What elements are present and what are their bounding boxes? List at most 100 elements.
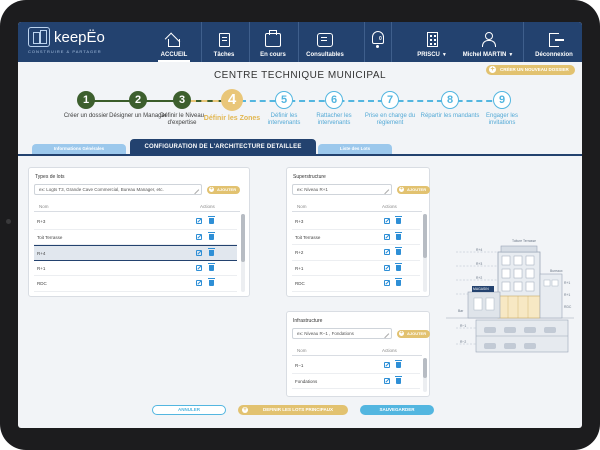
add-lot-type-button[interactable]: AJOUTER [207,186,241,194]
step-label: Créer un dossier [63,113,109,119]
trash-icon[interactable] [395,231,402,240]
edit-icon[interactable] [196,250,202,256]
scroll-thumb[interactable] [241,214,245,262]
edit-icon[interactable] [384,249,390,255]
step-label: Rattacher les intervenants [316,113,352,126]
row-name: R+1 [37,265,46,271]
scroll-thumb[interactable] [423,358,427,378]
cancel-button[interactable]: ANNULER [152,405,226,415]
trash-icon[interactable] [395,360,402,368]
table-row[interactable]: Toit Terrasse [34,230,237,245]
table-header: Nom Actions [34,202,240,212]
notifications-button[interactable]: 0 [364,22,392,62]
label-bureaux: Bureaux [550,269,563,273]
nav-en-cours[interactable]: En cours [254,22,292,62]
edit-icon[interactable] [384,377,390,384]
panel-title: Infrastructure [293,318,323,324]
step-1[interactable]: 1 Créer un dossier [56,90,116,120]
save-button[interactable]: SAUVEGARDER [360,405,434,415]
tab-liste-lots[interactable]: Liste des Lots [318,144,392,154]
building-section-illustration: Toiture Terrasse R+4 R+3 R+2 R+1 R+1 RDC… [446,234,574,364]
row-name: R+3 [37,219,46,224]
label-r3: R+3 [476,262,482,266]
define-lots-button[interactable]: DEFINIR LES LOTS PRINCIPAUX [238,405,348,415]
table-row-selected[interactable]: R+4 [34,245,237,261]
pencil-icon [380,185,390,195]
trash-icon[interactable] [395,375,402,384]
tab-configuration[interactable]: CONFIGURATION DE L'ARCHITECTURE DETAILLE… [130,139,316,155]
logout-label: Déconnexion [535,52,573,58]
step-label: Définir les Zones [203,115,261,122]
row-name: R+4 [37,251,46,256]
scrollbar[interactable] [423,214,427,292]
nav-label: Consultables [306,52,344,58]
col-actions: Actions [382,204,397,209]
user-menu[interactable]: Michel MARTIN ▼ [462,22,514,62]
logout-button[interactable]: Déconnexion [530,22,578,62]
col-name: Nom [297,204,307,209]
logout-icon [549,33,564,47]
tab-info-generales[interactable]: Informations Générales [32,144,126,154]
table-header: Nom Actions [292,202,422,212]
user-icon [481,32,496,47]
panel-title: Superstructure [293,174,326,180]
table-row[interactable]: R+3 [292,214,420,230]
edit-icon[interactable] [384,233,390,240]
edit-icon[interactable] [384,280,390,286]
trash-icon[interactable] [208,216,215,224]
page-title: CENTRE TECHNIQUE MUNICIPAL [213,70,387,81]
chevron-down-icon: ▼ [441,52,447,58]
label-magasin: MAGASIN [473,287,489,291]
trash-icon[interactable] [395,262,402,271]
table-row[interactable]: Toit Terrasse [292,230,420,245]
add-infrastructure-button[interactable]: AJOUTER [397,330,431,338]
edit-icon[interactable] [384,362,390,368]
step-4[interactable]: 4 Définir les Zones [202,89,262,123]
label-r-1: R−1 [460,324,466,328]
trash-icon[interactable] [208,248,215,256]
add-superstructure-button[interactable]: AJOUTER [397,186,431,194]
table-row[interactable]: R+3 [34,214,237,230]
step-6[interactable]: 6 Rattacher les intervenants [304,90,364,127]
edit-icon[interactable] [196,233,202,240]
superstructure-input[interactable]: ex: Niveau R+1 [292,184,392,195]
nav-consultables[interactable]: Consultables [302,22,348,62]
trash-icon[interactable] [395,278,402,286]
step-label: Répartir les mandants [420,113,480,119]
trash-icon[interactable] [395,216,402,224]
row-name: Toit Terrasse [37,234,63,240]
brand-logo[interactable]: keepЁo [28,27,105,47]
pencil-icon [190,185,200,195]
site-selector[interactable]: PRISCU ▼ [414,22,450,62]
edit-icon[interactable] [196,280,202,286]
table-row[interactable]: RDC [292,276,420,292]
edit-icon[interactable] [384,218,390,224]
step-9[interactable]: 9 Engager les invitations [472,90,532,127]
nav-label: ACCUEIL [160,52,188,58]
label-bar: Bar [458,309,464,313]
scrollbar[interactable] [423,358,427,392]
trash-icon[interactable] [208,278,215,286]
table-row[interactable]: R+2 [292,245,420,261]
step-7[interactable]: 7 Prise en charge du règlement [360,90,420,127]
lot-type-input[interactable]: ex: Logts T3, Grande Cave Commercial, Bu… [34,184,202,195]
table-row[interactable]: Fondations [292,374,420,389]
scrollbar[interactable] [241,214,245,292]
table-row[interactable]: RDC [34,276,237,292]
nav-taches[interactable]: Tâches [206,22,242,62]
trash-icon[interactable] [208,231,215,240]
table-row[interactable]: R−1 [292,358,420,374]
table-row[interactable]: R+1 [34,261,237,276]
edit-icon[interactable] [196,218,202,224]
trash-icon[interactable] [395,247,402,255]
col-name: Nom [39,204,49,209]
infrastructure-input[interactable]: ex: Niveau R−1 , Fondations [292,328,392,339]
scroll-thumb[interactable] [423,214,427,258]
row-name: Toit Terrasse [295,234,321,240]
step-8[interactable]: 8 Répartir les mandants [420,90,480,120]
table-row[interactable]: R+1 [292,261,420,276]
nav-accueil[interactable]: ACCUEIL [154,22,194,62]
edit-icon[interactable] [196,264,202,271]
trash-icon[interactable] [208,262,215,271]
edit-icon[interactable] [384,264,390,271]
